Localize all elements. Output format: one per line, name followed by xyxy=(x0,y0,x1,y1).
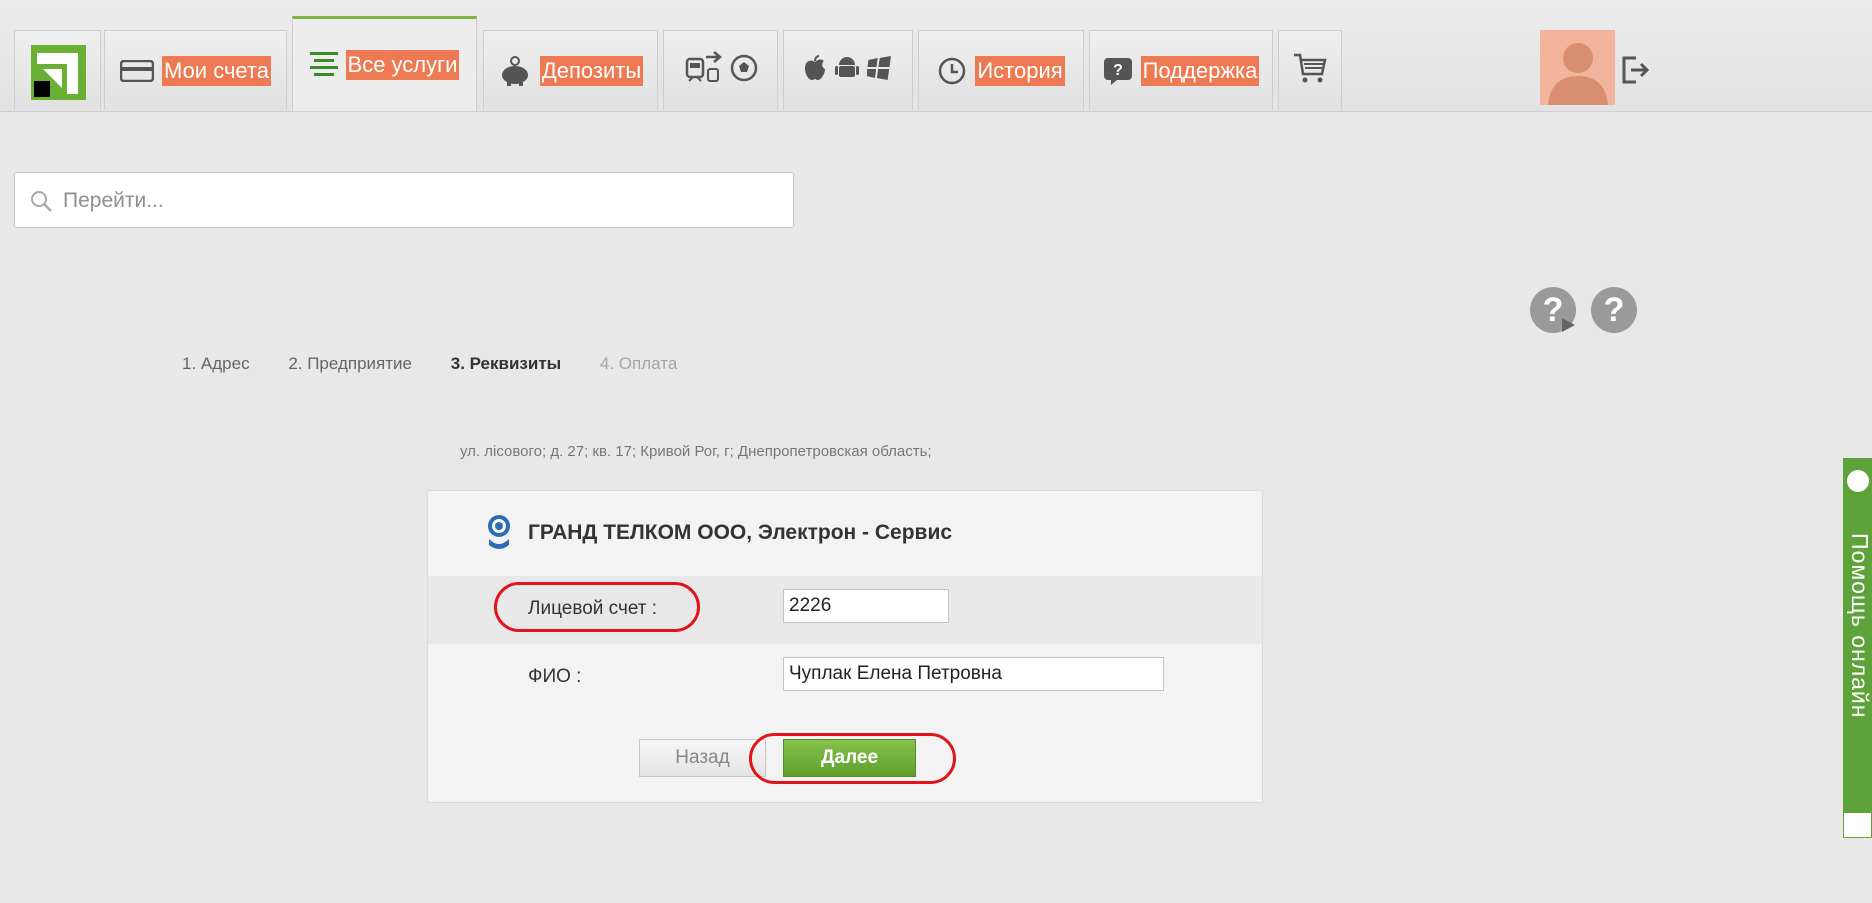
online-help-label: Помощь онлайн xyxy=(1847,533,1872,719)
step-details: 3. Реквизиты xyxy=(450,354,562,373)
piggy-bank-icon xyxy=(498,55,532,86)
tab-my-accounts-label: Мои счета xyxy=(162,55,271,86)
train-plane-icon xyxy=(684,49,722,92)
privatbank-logo xyxy=(31,45,86,100)
next-button[interactable]: Далее xyxy=(783,739,916,777)
tab-support-label: Поддержка xyxy=(1140,55,1260,86)
tab-support[interactable]: ? Поддержка xyxy=(1089,30,1273,110)
android-icon xyxy=(835,55,859,86)
tab-history[interactable]: История xyxy=(918,30,1084,110)
info-help-icon[interactable]: ? xyxy=(1591,287,1637,333)
collapse-icon[interactable] xyxy=(1843,812,1872,838)
svg-text:?: ? xyxy=(1113,62,1123,79)
step-address[interactable]: 1. Адрес xyxy=(182,354,250,373)
search-input[interactable] xyxy=(61,173,785,229)
tab-travel-entertainment[interactable] xyxy=(663,30,778,110)
tab-all-services-label: Все услуги xyxy=(345,50,460,80)
tab-shop[interactable] xyxy=(1278,30,1342,110)
address-line: ул. лісового; д. 27; кв. 17; Кривой Рог,… xyxy=(460,443,932,460)
name-row: ФИО : xyxy=(428,644,1262,712)
windows-icon xyxy=(866,56,893,85)
account-field[interactable] xyxy=(783,589,949,623)
account-row: Лицевой счет : xyxy=(428,576,1262,644)
apple-icon xyxy=(803,55,827,86)
account-label: Лицевой счет : xyxy=(528,598,658,619)
step-payment: 4. Оплата xyxy=(599,354,678,373)
company-logo-icon xyxy=(483,513,515,558)
user-avatar[interactable] xyxy=(1540,30,1615,105)
tab-my-accounts[interactable]: Мои счета xyxy=(104,30,287,110)
payment-details-card: ГРАНД ТЕЛКОМ ООО, Электрон - Сервис Лице… xyxy=(427,490,1263,803)
search-box[interactable] xyxy=(14,172,794,229)
step-company[interactable]: 2. Предприятие xyxy=(288,354,412,373)
name-label: ФИО : xyxy=(528,666,582,687)
question-bubble-icon: ? xyxy=(1103,57,1133,85)
tab-deposits[interactable]: Депозиты xyxy=(483,30,658,110)
logout-icon[interactable] xyxy=(1620,55,1650,90)
company-title: ГРАНД ТЕЛКОМ ООО, Электрон - Сервис xyxy=(528,521,953,544)
online-help-tab[interactable]: Помощь онлайн xyxy=(1843,458,1872,838)
cart-icon xyxy=(1293,52,1327,89)
search-icon xyxy=(29,189,53,218)
back-button[interactable]: Назад xyxy=(639,739,766,777)
video-help-icon[interactable]: ? xyxy=(1530,287,1576,333)
tab-history-label: История xyxy=(975,55,1065,86)
tab-mobile-apps[interactable] xyxy=(783,30,913,110)
tab-deposits-label: Депозиты xyxy=(539,55,644,86)
tab-all-services[interactable]: Все услуги xyxy=(292,16,477,111)
clock-history-icon xyxy=(937,56,967,86)
wizard-steps: 1. Адрес 2. Предприятие 3. Реквизиты 4. … xyxy=(182,354,711,374)
home-tab[interactable] xyxy=(14,30,101,110)
top-navigation: Мои счета Все услуги Депозиты История ? … xyxy=(0,0,1872,112)
info-help-label: ? xyxy=(1603,291,1625,329)
list-icon xyxy=(309,50,338,80)
chat-icon xyxy=(1847,470,1869,492)
full-name-field[interactable] xyxy=(783,657,1164,691)
card-icon xyxy=(120,59,154,82)
ball-icon xyxy=(730,54,758,87)
